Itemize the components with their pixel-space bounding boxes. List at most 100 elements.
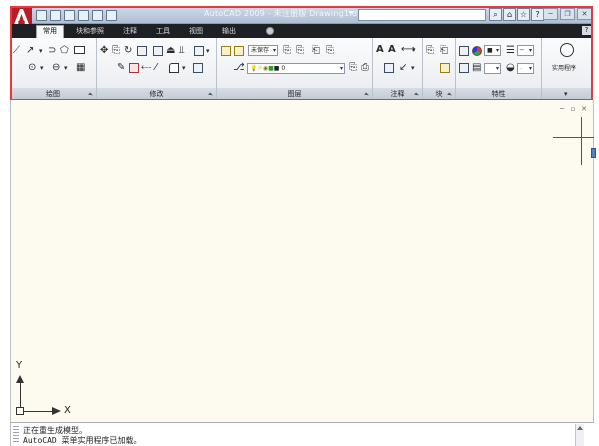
layer-state-icon[interactable] [234, 46, 244, 56]
layer-properties-icon[interactable] [221, 46, 231, 56]
viewport-restore-icon[interactable]: ▫ [569, 105, 577, 113]
favorites-icon[interactable]: ☆ [517, 8, 530, 21]
scroll-handle[interactable] [591, 148, 596, 158]
rotate-icon[interactable]: ↻ [124, 46, 132, 56]
tab-output[interactable]: 输出 [222, 26, 236, 36]
explode-icon[interactable] [129, 63, 139, 73]
scroll-up-icon[interactable] [577, 426, 583, 430]
transparency-icon[interactable]: ◒ [506, 63, 515, 73]
ellipse-dropdown-icon[interactable]: ▾ [64, 63, 68, 73]
leader-icon[interactable]: ↙ [399, 63, 407, 73]
layer-previous-icon[interactable]: ⎘ [349, 63, 357, 73]
make-object-layer-current-icon[interactable]: ⎇ [233, 63, 245, 73]
title-dropdown-icon[interactable] [348, 11, 354, 15]
hatch-icon[interactable]: ▦ [76, 63, 85, 73]
panel-layers-title[interactable]: 图层 [217, 88, 372, 100]
ucs-origin-icon [16, 407, 24, 415]
layer-freeze-icon[interactable]: ⎘ [326, 46, 334, 56]
multiline-text-icon[interactable]: A [376, 45, 384, 55]
tab-tools[interactable]: 工具 [156, 26, 170, 36]
layer-off-icon[interactable]: ⎗ [312, 46, 320, 56]
array-icon[interactable]: ⏏ [166, 46, 175, 56]
circle-icon[interactable]: ⊙ [28, 63, 36, 73]
insert-block-icon[interactable]: ⎘ [426, 46, 434, 56]
copy-icon[interactable]: ⎘ [112, 46, 120, 56]
command-line[interactable]: 正在重生成模型。 AutoCAD 菜单实用程序已加载。 [10, 422, 594, 446]
linetype-dropdown[interactable] [484, 63, 501, 74]
offset-icon[interactable] [153, 46, 163, 56]
fillet-icon[interactable] [169, 63, 179, 73]
trim-icon[interactable]: ⫫ [179, 46, 185, 56]
dimension-dropdown-icon[interactable]: ▾ [412, 45, 416, 55]
stretch-icon[interactable]: ⤎ [141, 63, 151, 73]
plotstyle-dropdown[interactable]: - [517, 63, 534, 74]
utilities-label[interactable]: 实用程序 [552, 63, 576, 72]
infocenter-search-input[interactable] [358, 9, 486, 21]
layer-isolate-icon[interactable]: ⎘ [283, 46, 291, 56]
polyline-dropdown-icon[interactable]: ▾ [39, 46, 43, 56]
panel-modify: ✥ ⎘ ↻ ⏏ ⫫ ▾ ✎ ⤎ ⁄ ▾ 修改 [97, 38, 217, 100]
scale-icon[interactable]: ⁄ [155, 63, 157, 73]
command-line-grip[interactable] [13, 426, 19, 444]
autocad-window: AutoCAD 2009 - 未注册版 Drawing1.dwg ⌕ ⌂ ☆ ?… [0, 0, 599, 446]
move-icon[interactable]: ✥ [100, 46, 108, 56]
redo-icon[interactable] [106, 9, 117, 21]
ellipse-icon[interactable]: ⊖ [52, 63, 60, 73]
join-icon[interactable] [193, 63, 203, 73]
properties-icon[interactable] [194, 46, 204, 56]
close-icon[interactable]: ✕ [577, 8, 592, 20]
viewport-controls: ─ ▫ ✕ [558, 105, 588, 113]
layer-state-dropdown[interactable]: 未保存 [248, 45, 278, 56]
erase-icon[interactable]: ✎ [117, 63, 125, 73]
lineweight-dropdown[interactable]: ─ [517, 45, 534, 56]
ribbon-minimize-toggle[interactable] [266, 27, 274, 35]
modify-dropdown-icon[interactable]: ▾ [206, 46, 210, 56]
lineweight-icon[interactable]: ☰ [506, 46, 515, 56]
viewport-minimize-icon[interactable]: ─ [558, 105, 566, 113]
layer-unisolate-icon[interactable]: ⎘ [296, 46, 304, 56]
minimize-icon[interactable]: ─ [543, 8, 558, 20]
command-history-line: AutoCAD 菜单实用程序已加载。 [23, 436, 142, 445]
circle-dropdown-icon[interactable]: ▾ [40, 63, 44, 73]
new-icon[interactable] [36, 9, 47, 21]
mirror-icon[interactable] [137, 46, 147, 56]
color-dropdown[interactable]: ■ [484, 45, 501, 56]
tab-home[interactable]: 常用 [36, 25, 64, 38]
create-block-icon[interactable]: ⎗ [440, 46, 448, 56]
ribbon-help-icon[interactable]: ? [582, 26, 591, 35]
polyline-icon[interactable]: ↗ [26, 46, 34, 56]
open-icon[interactable] [50, 9, 61, 21]
edit-block-icon[interactable] [440, 63, 450, 73]
tab-view[interactable]: 视图 [189, 26, 203, 36]
drawing-canvas[interactable] [10, 100, 594, 422]
viewport-close-icon[interactable]: ✕ [580, 105, 588, 113]
leader-dropdown-icon[interactable]: ▾ [411, 63, 415, 73]
undo-icon[interactable] [92, 9, 103, 21]
search-icon[interactable]: ⌕ [489, 8, 502, 21]
panel-properties-title[interactable]: 特性 [456, 88, 541, 100]
color-wheel-icon[interactable] [472, 46, 482, 56]
panel-draw-title[interactable]: 绘图 [10, 88, 96, 100]
utilities-dropdown-icon[interactable]: ▾ [564, 89, 568, 99]
table-icon[interactable] [384, 63, 394, 73]
match-properties-icon[interactable] [459, 46, 469, 56]
tab-blocks-references[interactable]: 块和参照 [76, 26, 104, 36]
polygon-icon[interactable]: ⬠ [60, 46, 69, 56]
ucs-y-arrow-icon [16, 375, 24, 383]
single-line-text-icon[interactable]: A [388, 45, 396, 55]
linetype-icon[interactable]: ▤ [472, 63, 481, 73]
tab-annotate[interactable]: 注释 [123, 26, 137, 36]
infocenter-icon[interactable]: ⌂ [503, 8, 516, 21]
plot-icon[interactable] [78, 9, 89, 21]
list-icon[interactable] [459, 63, 469, 73]
panel-modify-title[interactable]: 修改 [97, 88, 216, 100]
arc-icon[interactable]: ⊃ [48, 46, 56, 56]
save-icon[interactable] [64, 9, 75, 21]
measure-icon[interactable] [560, 43, 574, 57]
layer-dropdown[interactable]: 💡☼◉■■ 0 [247, 63, 345, 74]
layer-walk-icon[interactable]: ⎙ [361, 63, 369, 73]
rectangle-icon[interactable] [74, 46, 85, 54]
fillet-dropdown-icon[interactable]: ▾ [182, 63, 186, 73]
line-icon[interactable]: ⟋ [13, 46, 20, 56]
restore-icon[interactable]: ❐ [560, 8, 575, 20]
